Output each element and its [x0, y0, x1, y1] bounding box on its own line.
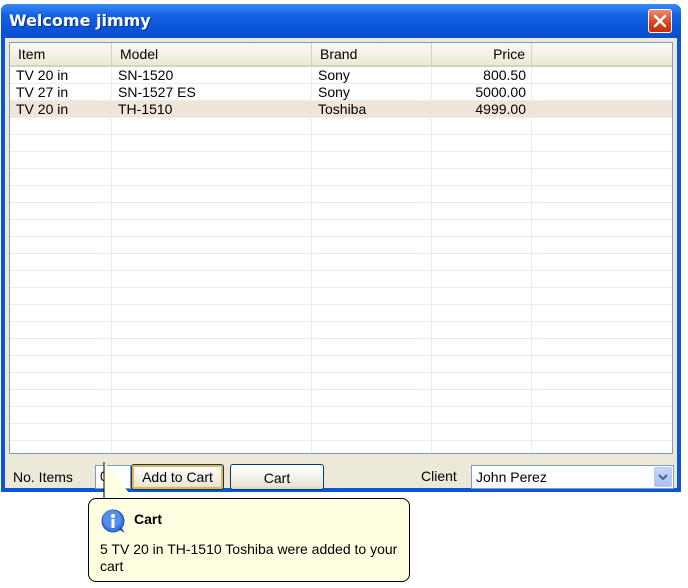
table-cell-item: TV 27 in [16, 84, 69, 100]
cart-tooltip: Cart 5 TV 20 in TH-1510 Toshiba were add… [88, 498, 410, 582]
table-cell-brand: Sony [318, 67, 350, 83]
table-row[interactable]: TV 27 in SN-1527 ES Sony 5000.00 [10, 84, 672, 101]
empty-row [10, 288, 672, 305]
table-cell-price: 4999.00 [475, 101, 526, 117]
table-cell-item: TV 20 in [16, 67, 69, 83]
cart-button[interactable]: Cart [230, 464, 324, 490]
empty-row [10, 424, 672, 441]
empty-row [10, 373, 672, 390]
empty-row [10, 254, 672, 271]
empty-row [10, 203, 672, 220]
tooltip-message: 5 TV 20 in TH-1510 Toshiba were added to… [100, 541, 398, 574]
empty-row [10, 152, 672, 169]
empty-row [10, 441, 672, 453]
items-label: No. Items [13, 469, 73, 485]
product-table[interactable]: Item Model Brand Price TV 20 in SN-1520 So… [9, 42, 673, 454]
table-cell-model: TH-1510 [118, 101, 173, 117]
table-row[interactable]: TV 20 in SN-1520 Sony 800.50 [10, 67, 672, 84]
app-window: Welcome jimmy Item Model Brand Price TV … [1, 4, 681, 492]
empty-row [10, 237, 672, 254]
table-cell-brand: Toshiba [318, 101, 367, 117]
empty-row [10, 322, 672, 339]
client-select-value: John Perez [476, 469, 547, 485]
empty-row [10, 220, 672, 237]
table-cell-price: 5000.00 [475, 84, 526, 100]
column-header-item[interactable]: Item [10, 43, 112, 65]
add-to-cart-button[interactable]: Add to Cart [131, 464, 224, 490]
client-select[interactable]: John Perez [471, 465, 674, 489]
dropdown-button[interactable] [654, 467, 672, 487]
table-cell-brand: Sony [318, 84, 350, 100]
empty-row [10, 169, 672, 186]
tooltip-pointer [103, 462, 134, 500]
empty-row [10, 305, 672, 322]
table-row[interactable]: TV 20 in TH-1510 Toshiba 4999.00 [10, 101, 672, 118]
table-cell-item: TV 20 in [16, 101, 69, 117]
close-icon [653, 14, 667, 28]
table-cell-model: SN-1520 [118, 67, 174, 83]
tooltip-title: Cart [134, 511, 163, 527]
empty-row [10, 186, 672, 203]
table-cell-model: SN-1527 ES [118, 84, 196, 100]
empty-row [10, 339, 672, 356]
column-header-brand[interactable]: Brand [312, 43, 432, 65]
window-title: Welcome jimmy [9, 11, 151, 30]
table-header: Item Model Brand Price [10, 43, 672, 67]
column-header-price[interactable]: Price [432, 43, 532, 65]
info-icon [101, 509, 125, 533]
empty-row [10, 390, 672, 407]
close-button[interactable] [648, 9, 672, 33]
empty-row [10, 135, 672, 152]
title-bar[interactable]: Welcome jimmy [1, 4, 681, 38]
empty-row [10, 118, 672, 135]
chevron-down-icon [658, 474, 668, 481]
column-header-model[interactable]: Model [112, 43, 312, 65]
client-label: Client [421, 468, 457, 484]
empty-row [10, 407, 672, 424]
table-cell-price: 800.50 [483, 67, 526, 83]
window-client-area: Item Model Brand Price TV 20 in SN-1520 So… [5, 38, 677, 490]
empty-row [10, 356, 672, 373]
empty-row [10, 271, 672, 288]
